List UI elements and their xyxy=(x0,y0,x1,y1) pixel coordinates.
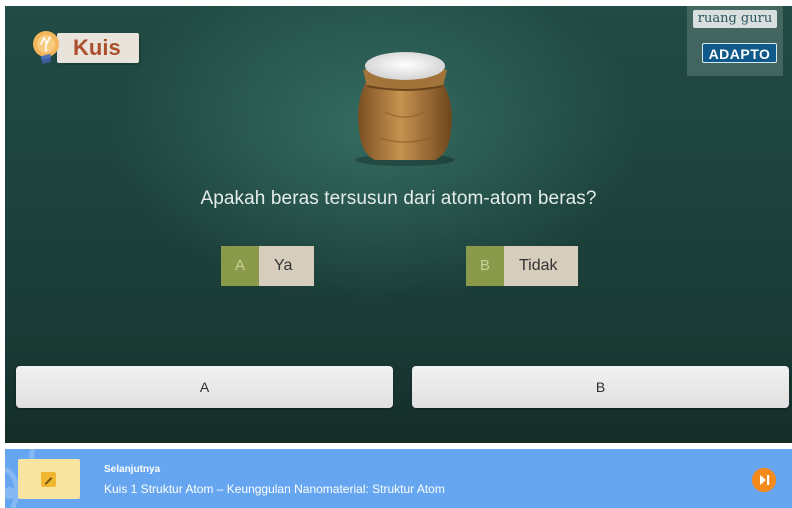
choice-a: A Ya xyxy=(221,246,314,286)
next-lesson-bar[interactable]: Selanjutnya Kuis 1 Struktur Atom – Keung… xyxy=(5,449,792,508)
ruangguru-adapto-logo: ruang guru ADAPTO xyxy=(687,6,783,76)
choice-a-letter: A xyxy=(221,246,259,286)
kuis-badge: Kuis xyxy=(31,29,141,69)
lightbulb-icon xyxy=(33,31,59,64)
brand-product: ADAPTO xyxy=(702,43,777,63)
rice-sack-icon xyxy=(355,52,455,166)
next-lesson-title: Kuis 1 Struktur Atom – Keunggulan Nanoma… xyxy=(104,482,445,496)
next-kicker: Selanjutnya xyxy=(104,464,161,475)
answer-a-button[interactable]: A xyxy=(16,366,393,408)
brand-name: ruang guru xyxy=(693,10,777,28)
next-lesson-thumbnail xyxy=(18,459,80,499)
question-text: Apakah beras tersusun dari atom-atom ber… xyxy=(200,188,597,209)
kuis-label: Kuis xyxy=(57,33,139,63)
choice-b-text: Tidak xyxy=(504,246,578,286)
choice-a-text: Ya xyxy=(259,246,314,286)
choice-b-letter: B xyxy=(466,246,504,286)
note-icon xyxy=(41,472,56,487)
choice-b: B Tidak xyxy=(466,246,578,286)
play-next-icon[interactable] xyxy=(752,468,776,492)
quiz-stage: Kuis ruang guru ADAPTO Apakah beras ters… xyxy=(5,6,792,443)
answer-b-button[interactable]: B xyxy=(412,366,789,408)
